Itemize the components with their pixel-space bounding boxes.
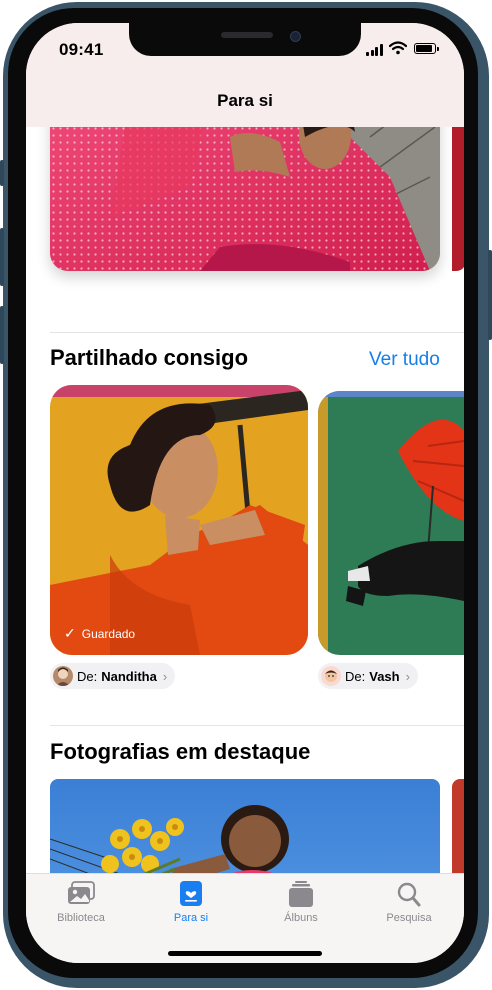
chevron-right-icon: › bbox=[405, 668, 410, 684]
sender-pill-1[interactable]: De: Nanditha › bbox=[50, 663, 176, 689]
checkmark-icon: ✓ bbox=[64, 625, 76, 641]
tab-label: Para si bbox=[173, 912, 209, 924]
featured-section-title: Fotografias em destaque bbox=[50, 739, 311, 764]
shared-photo-1 bbox=[50, 385, 308, 655]
tab-bar: Biblioteca Para si Álbuns Pesquisa bbox=[26, 873, 464, 963]
from-label: De: bbox=[345, 668, 366, 684]
wifi-icon bbox=[389, 41, 407, 55]
side-button bbox=[488, 250, 492, 340]
memory-photo bbox=[50, 127, 440, 271]
saved-badge: ✓ Guardado bbox=[64, 625, 135, 642]
tab-albums[interactable]: Álbuns bbox=[261, 880, 341, 932]
tab-label: Pesquisa bbox=[386, 912, 432, 924]
earpiece-speaker bbox=[221, 32, 273, 38]
for-you-icon bbox=[176, 880, 206, 908]
avatar bbox=[53, 666, 73, 686]
shared-section-title: Partilhado consigo bbox=[50, 345, 249, 370]
tab-for-you[interactable]: Para si bbox=[151, 880, 231, 932]
tab-search[interactable]: Pesquisa bbox=[369, 880, 449, 932]
from-label: De: bbox=[77, 668, 98, 684]
shared-photo-card-2[interactable] bbox=[318, 391, 464, 655]
sender-name: Nanditha bbox=[101, 668, 157, 684]
next-memory-card-peek[interactable] bbox=[452, 127, 464, 271]
navigation-bar: Para si bbox=[26, 78, 464, 128]
volume-up-button bbox=[0, 228, 4, 286]
battery-icon bbox=[414, 43, 439, 54]
next-featured-card-peek[interactable] bbox=[452, 779, 464, 873]
mute-switch bbox=[0, 160, 4, 186]
section-divider bbox=[50, 725, 464, 726]
saved-label: Guardado bbox=[81, 626, 136, 641]
featured-photo bbox=[50, 779, 440, 873]
cellular-signal-icon bbox=[366, 44, 384, 56]
home-indicator[interactable] bbox=[168, 951, 322, 956]
tab-library[interactable]: Biblioteca bbox=[41, 880, 121, 932]
tab-label: Álbuns bbox=[284, 912, 318, 924]
avatar bbox=[321, 666, 341, 686]
volume-down-button bbox=[0, 306, 4, 364]
search-icon bbox=[394, 880, 424, 908]
memory-card[interactable] bbox=[50, 127, 440, 271]
front-camera bbox=[290, 31, 301, 42]
photo-library-icon bbox=[66, 880, 96, 908]
shared-photo-card-1[interactable]: ✓ Guardado bbox=[50, 385, 308, 655]
chevron-right-icon: › bbox=[162, 668, 168, 684]
page-title: Para si bbox=[217, 91, 273, 110]
sender-pill-2[interactable]: De: Vash › bbox=[318, 663, 418, 689]
featured-photo-card[interactable] bbox=[50, 779, 440, 873]
notch bbox=[129, 23, 361, 56]
screen: 09:41 Para si Partilhado consigo Ver tud… bbox=[26, 23, 464, 963]
sender-name: Vash bbox=[369, 668, 400, 684]
albums-icon bbox=[286, 880, 316, 908]
status-time: 09:41 bbox=[59, 40, 104, 59]
tab-label: Biblioteca bbox=[57, 912, 105, 924]
see-all-link[interactable]: Ver tudo bbox=[369, 349, 440, 371]
status-bar: 09:41 bbox=[26, 23, 464, 78]
shared-photo-2 bbox=[318, 391, 464, 655]
scroll-content[interactable]: Partilhado consigo Ver tudo ✓ Guardado D… bbox=[26, 127, 464, 873]
section-divider bbox=[50, 332, 464, 333]
